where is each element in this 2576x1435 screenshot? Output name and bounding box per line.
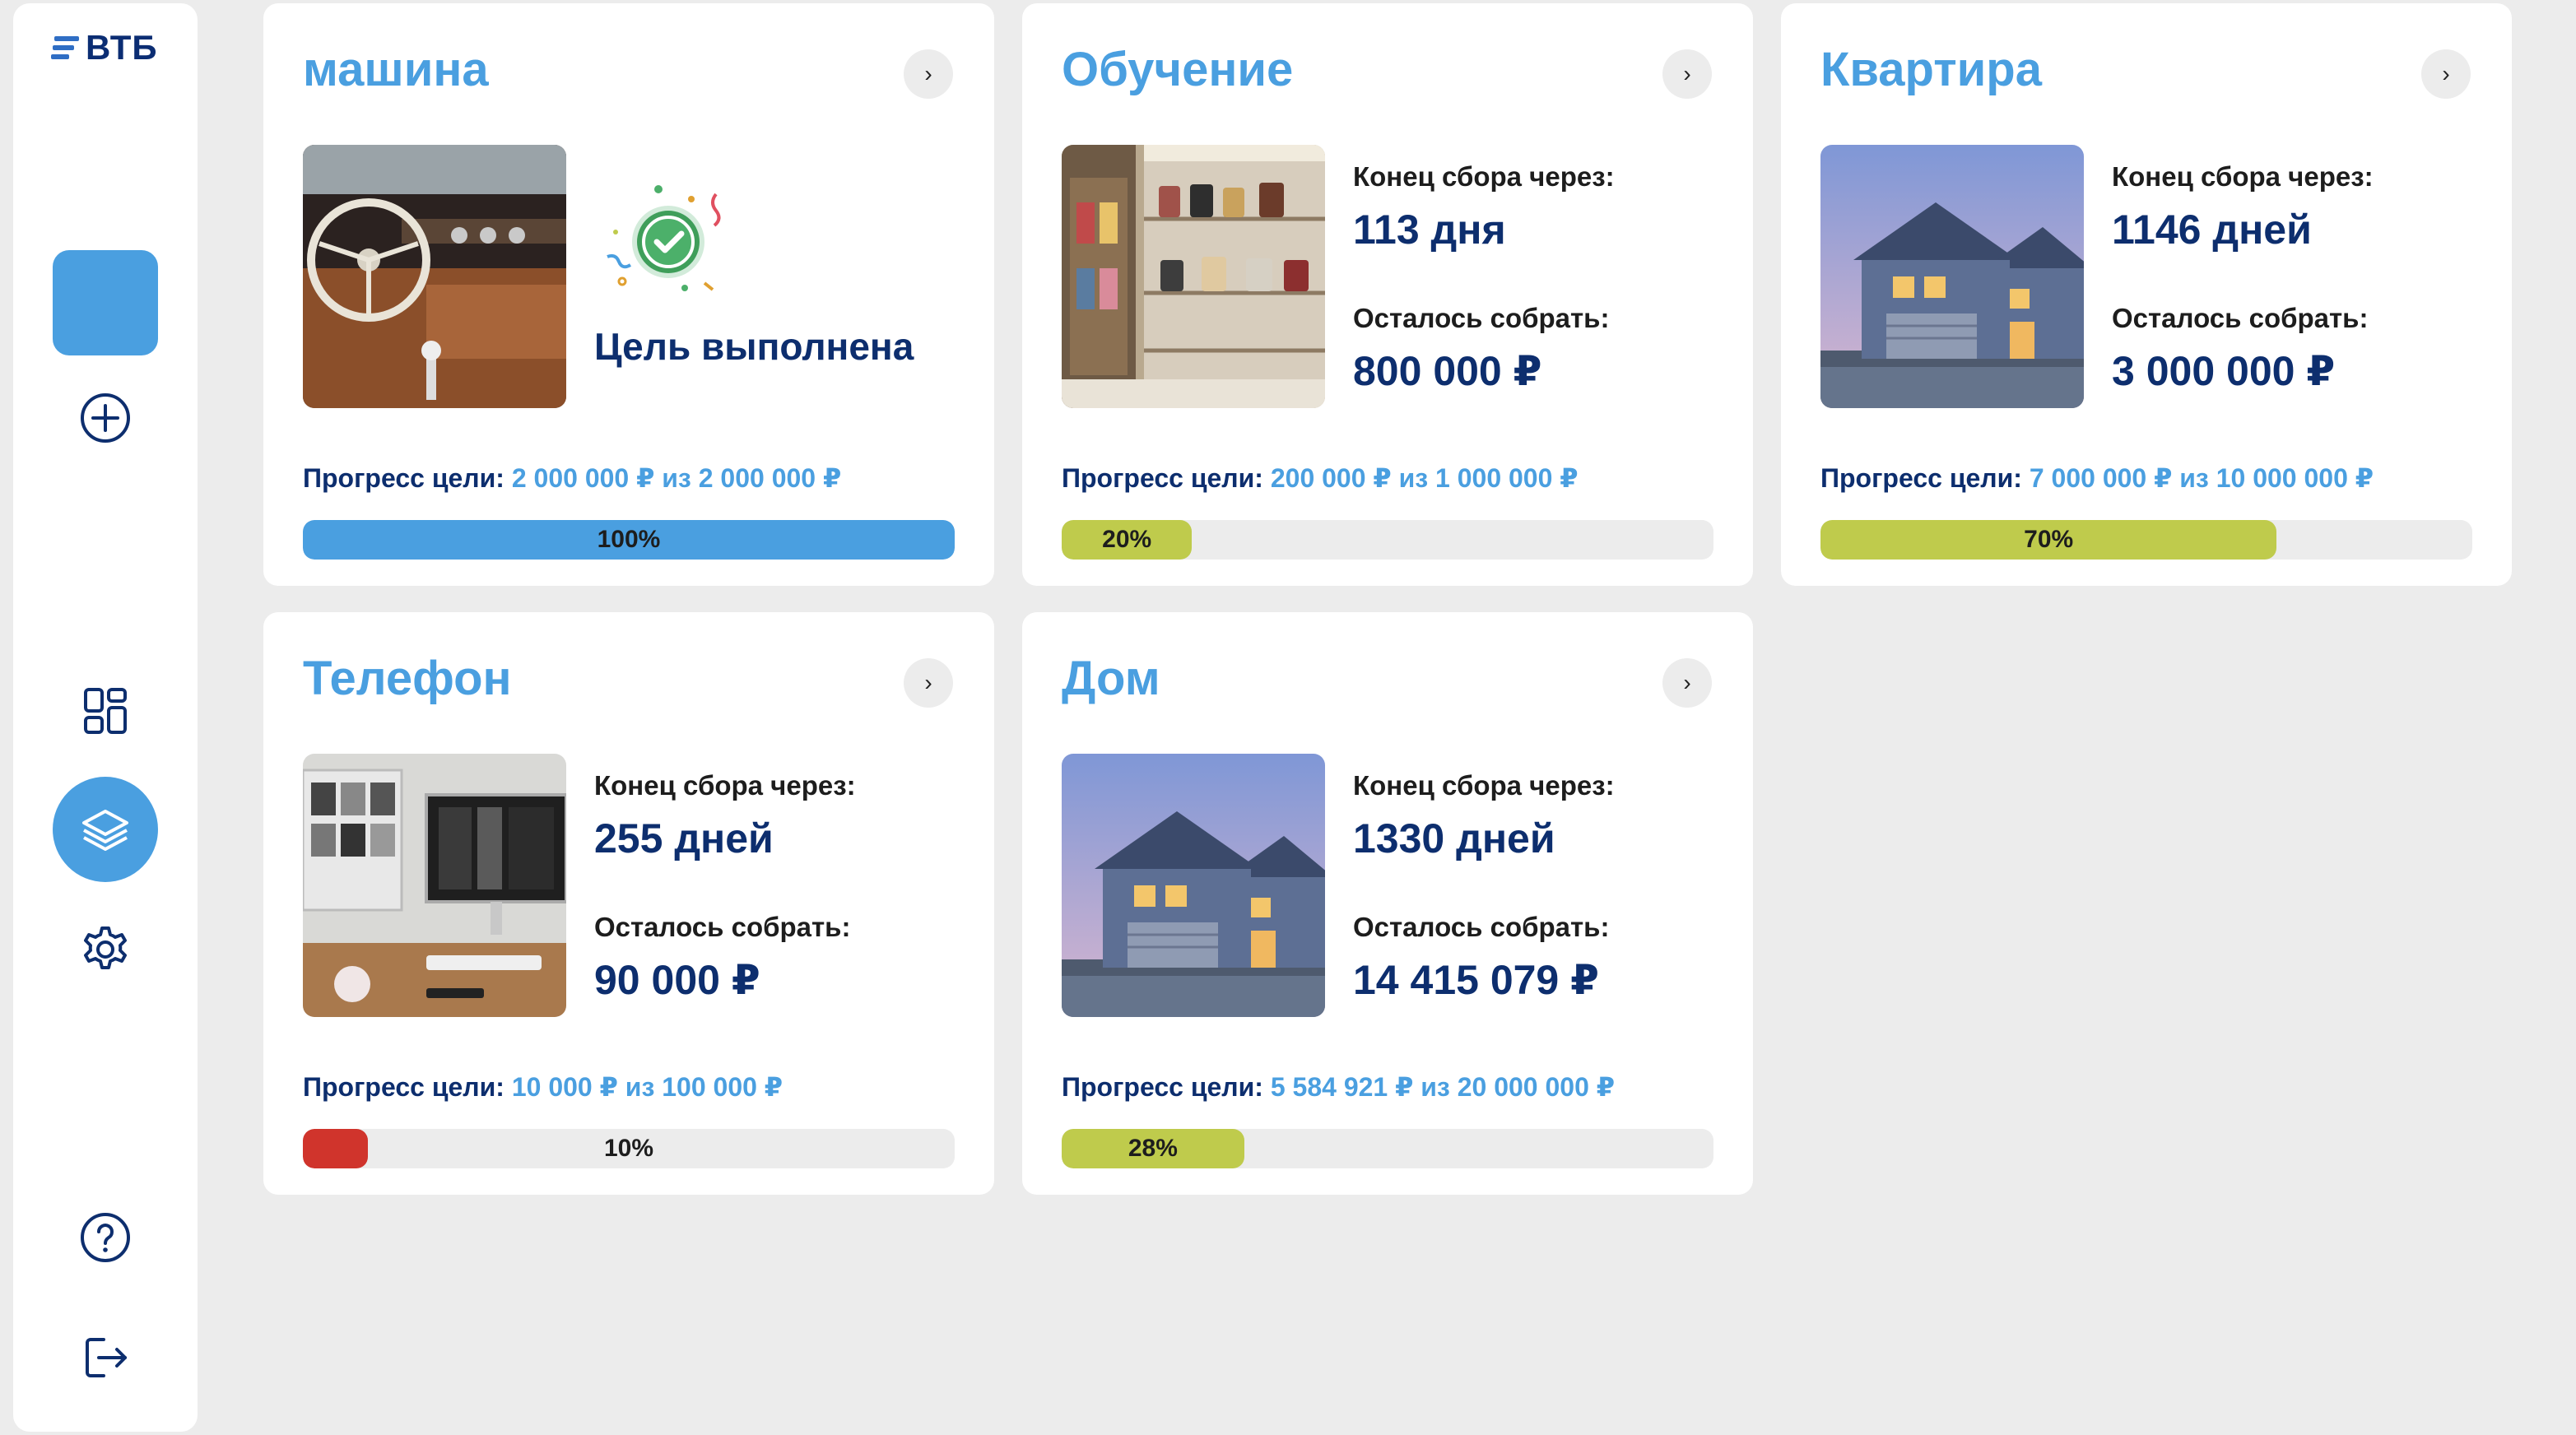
end-value: 255 дней [594, 815, 774, 861]
layers-icon [82, 810, 128, 851]
progress-percent: 20% [1102, 526, 1152, 553]
end-label: Конец сбора через: [1353, 770, 1615, 801]
end-label: Конец сбора через: [2112, 161, 2374, 192]
goal-progress-bar: 100% [303, 520, 955, 560]
goal-card[interactable]: Обучение › Конец сбора через: 113 дня Ос… [1022, 3, 1753, 586]
open-goal-button[interactable]: › [1662, 658, 1712, 708]
open-goal-button[interactable]: › [904, 658, 953, 708]
remaining-label: Осталось собрать: [1353, 912, 1610, 942]
goal-info: Конец сбора через: 1330 дней Осталось со… [1353, 770, 1615, 1004]
logo-text: ВТБ [86, 28, 158, 67]
progress-percent: 28% [1128, 1135, 1178, 1162]
help-icon [81, 1213, 130, 1262]
end-value: 1146 дней [2112, 207, 2312, 253]
plus-circle-icon [81, 393, 130, 443]
goal-image [303, 145, 566, 408]
remaining-value: 800 000 ₽ [1353, 348, 1542, 394]
remaining-label: Осталось собрать: [594, 912, 851, 942]
logo-mark [51, 36, 79, 59]
goal-completed-badge [593, 178, 732, 305]
sidebar-item-help[interactable] [79, 1211, 132, 1264]
goal-progress-bar: 10% [303, 1129, 955, 1168]
progress-value: 7 000 000 ₽ из 10 000 000 ₽ [2029, 463, 2374, 493]
vtb-logo[interactable]: ВТБ [51, 28, 158, 67]
progress-label: Прогресс цели: [1062, 1072, 1263, 1102]
sidebar-item-home[interactable] [53, 250, 158, 355]
open-goal-button[interactable]: › [1662, 49, 1712, 99]
remaining-label: Осталось собрать: [2112, 303, 2369, 333]
goal-info: Конец сбора через: 255 дней Осталось соб… [594, 770, 856, 1004]
chevron-right-icon: › [924, 61, 932, 86]
goal-card[interactable]: Телефон › Конец сбора через: 255 дней Ос… [263, 612, 994, 1195]
goal-card[interactable]: Квартира › Конец сбора через: 1146 дней … [1781, 3, 2512, 586]
logout-button[interactable] [79, 1331, 132, 1384]
sidebar-item-dashboard[interactable] [79, 685, 132, 737]
goal-card[interactable]: машина › Цель выполнена Прогресс цели: 2… [263, 3, 994, 586]
chevron-right-icon: › [1683, 61, 1691, 86]
open-goal-button[interactable]: › [2421, 49, 2471, 99]
goal-status-text: Цель выполнена [594, 325, 914, 368]
progress-value: 2 000 000 ₽ из 2 000 000 ₽ [511, 463, 842, 493]
goal-progress-text: Прогресс цели: 5 584 921 ₽ из 20 000 000… [1062, 1071, 1615, 1103]
remaining-value: 90 000 ₽ [594, 957, 760, 1003]
add-goal-button[interactable] [79, 392, 132, 444]
remaining-value: 14 415 079 ₽ [1353, 957, 1599, 1003]
open-goal-button[interactable]: › [904, 49, 953, 99]
sidebar-item-settings[interactable] [79, 923, 132, 976]
check-confetti-icon [607, 185, 721, 291]
goal-progress-bar: 28% [1062, 1129, 1713, 1168]
sidebar-item-goals[interactable] [53, 777, 158, 882]
end-label: Конец сбора через: [1353, 161, 1615, 192]
goal-progress-bar: 70% [1820, 520, 2472, 560]
goal-card[interactable]: Дом › Конец сбора через: 1330 дней Остал… [1022, 612, 1753, 1195]
progress-label: Прогресс цели: [1820, 463, 2022, 493]
goal-title: Квартира [1820, 43, 2042, 96]
chevron-right-icon: › [924, 670, 932, 695]
progress-percent: 100% [597, 526, 661, 553]
progress-value: 10 000 ₽ из 100 000 ₽ [511, 1072, 783, 1102]
end-value: 1330 дней [1353, 815, 1555, 861]
goal-title: Дом [1062, 652, 1160, 705]
goal-progress-text: Прогресс цели: 10 000 ₽ из 100 000 ₽ [303, 1071, 783, 1103]
goal-progress-bar: 20% [1062, 520, 1713, 560]
progress-value: 200 000 ₽ из 1 000 000 ₽ [1270, 463, 1579, 493]
goal-image [1062, 754, 1325, 1017]
goal-title: Обучение [1062, 43, 1294, 96]
goal-progress-text: Прогресс цели: 200 000 ₽ из 1 000 000 ₽ [1062, 462, 1579, 494]
chevron-right-icon: › [2442, 61, 2450, 86]
dashboard-icon [84, 688, 127, 734]
end-label: Конец сбора через: [594, 770, 856, 801]
goal-image [1062, 145, 1325, 408]
progress-label: Прогресс цели: [303, 463, 505, 493]
progress-value: 5 584 921 ₽ из 20 000 000 ₽ [1270, 1072, 1616, 1102]
goal-info: Конец сбора через: 1146 дней Осталось со… [2112, 161, 2374, 395]
remaining-label: Осталось собрать: [1353, 303, 1610, 333]
chevron-right-icon: › [1683, 670, 1691, 695]
goal-info: Конец сбора через: 113 дня Осталось собр… [1353, 161, 1615, 395]
logout-icon [86, 1338, 127, 1377]
progress-label: Прогресс цели: [1062, 463, 1263, 493]
end-value: 113 дня [1353, 207, 1506, 253]
remaining-value: 3 000 000 ₽ [2112, 348, 2336, 394]
goal-title: Телефон [303, 652, 512, 705]
goal-progress-text: Прогресс цели: 2 000 000 ₽ из 2 000 000 … [303, 462, 841, 494]
progress-label: Прогресс цели: [303, 1072, 505, 1102]
sidebar: ВТБ [13, 3, 198, 1432]
gear-icon [84, 926, 127, 969]
goal-image [303, 754, 566, 1017]
goal-image [1820, 145, 2084, 408]
progress-percent: 70% [2024, 526, 2074, 553]
progress-percent: 10% [603, 1135, 654, 1162]
goal-title: машина [303, 43, 489, 96]
goal-progress-text: Прогресс цели: 7 000 000 ₽ из 10 000 000… [1820, 462, 2374, 494]
